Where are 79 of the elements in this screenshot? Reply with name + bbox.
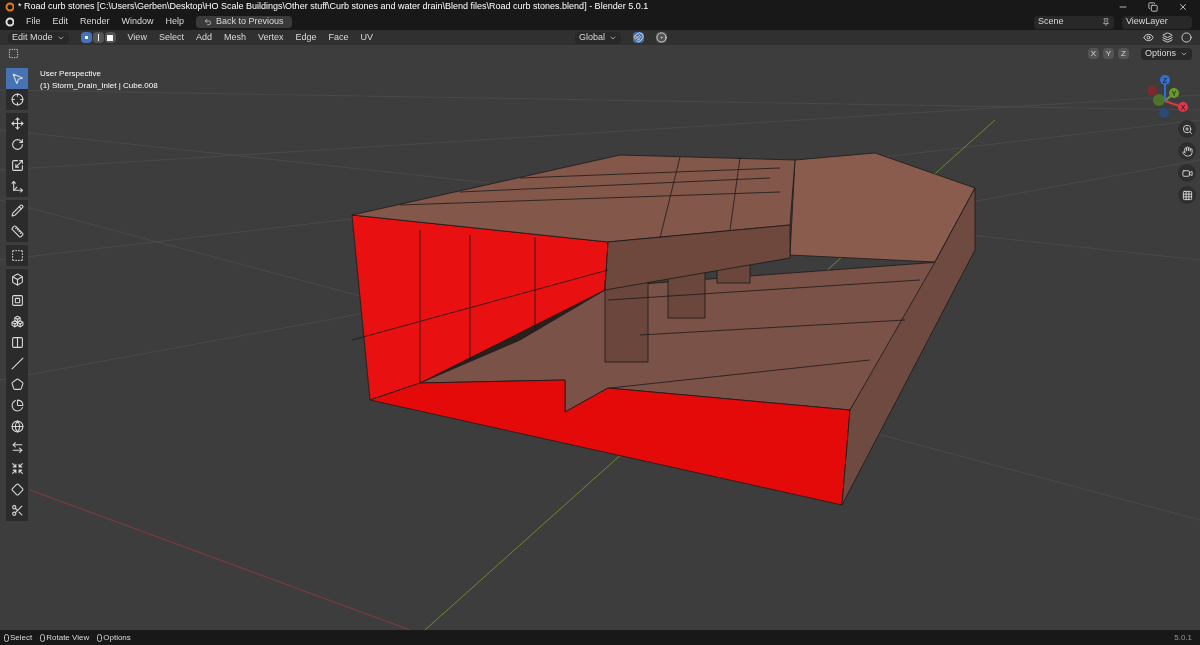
menu-item[interactable]: Edit (52, 15, 69, 29)
header-menu[interactable]: View (127, 30, 147, 45)
mode-dropdown[interactable]: Edit Mode (8, 31, 69, 44)
status-hint: Rotate View (40, 631, 90, 644)
hand-icon (1181, 145, 1193, 157)
pointer-icon (10, 72, 24, 85)
header-menu[interactable]: Mesh (223, 30, 246, 45)
vertex-select-icon[interactable] (80, 32, 92, 43)
selection-mode-icon[interactable] (8, 48, 19, 59)
axis-toggle[interactable]: Z (1117, 48, 1129, 59)
menu-item[interactable]: Help (165, 15, 185, 29)
window-title: * Road curb stones [C:\Users\Gerben\Desktop\HO Scale Buildings\Other stuff\Curb stones and water drain\Blend files\Road curb stones.blend] - Blender 5.0.1 (18, 0, 649, 14)
cube-icon (10, 273, 24, 286)
navigation-button[interactable] (1178, 120, 1196, 138)
status-hint: Select (4, 631, 33, 644)
crosshair-icon (10, 93, 24, 106)
camera-icon (1181, 167, 1193, 179)
header-menu[interactable]: Add (195, 30, 212, 45)
rip-icon (10, 504, 24, 517)
rotate-icon (10, 138, 24, 151)
menu-item[interactable]: File (26, 15, 41, 29)
navigation-button[interactable] (1178, 186, 1196, 204)
shear-icon (10, 483, 24, 496)
move-icon (10, 117, 24, 130)
magnet-icon[interactable] (633, 32, 645, 43)
version-label: 5.0.1 (1174, 631, 1193, 644)
scene-field[interactable]: Scene (1034, 15, 1114, 29)
header-menu[interactable]: Vertex (257, 30, 284, 45)
tool-button[interactable] (6, 269, 28, 290)
slide-icon (10, 441, 24, 454)
header-menu[interactable]: Select (158, 30, 184, 45)
header-menu[interactable]: Face (328, 30, 349, 45)
eye-icon[interactable] (1143, 32, 1154, 43)
navigation-button[interactable] (1178, 142, 1196, 160)
navigation-button[interactable] (1178, 164, 1196, 182)
scale-icon (10, 159, 24, 172)
zoom-icon (1181, 123, 1193, 135)
object-info: (1) Storm_Drain_Inlet | Cube.008 (40, 80, 158, 92)
header-menu[interactable]: UV (360, 30, 373, 45)
loop-cut-icon (10, 336, 24, 349)
menu-item[interactable]: Window (121, 15, 154, 29)
close-icon[interactable] (1178, 2, 1188, 12)
orientation-dropdown[interactable]: Global (575, 31, 622, 44)
edge-select-icon[interactable] (92, 32, 104, 43)
add-cube-icon (10, 249, 24, 262)
header-menu[interactable]: Edge (295, 30, 317, 45)
face-select-icon[interactable] (104, 32, 116, 43)
tool-button[interactable] (6, 176, 28, 197)
pencil-icon (10, 204, 24, 217)
back-button[interactable]: Back to Previous (196, 16, 292, 28)
axis-toggle[interactable]: Y (1102, 48, 1114, 59)
shading-icon[interactable] (1181, 32, 1192, 43)
inset-icon (10, 294, 24, 307)
menu-item[interactable]: Render (80, 15, 110, 29)
tool-button[interactable] (6, 245, 28, 266)
bevel-icon (10, 315, 24, 328)
tool-button[interactable] (6, 89, 28, 110)
grid-icon (1181, 189, 1193, 201)
tool-button[interactable] (6, 200, 28, 221)
tool-button[interactable] (6, 221, 28, 242)
overlay-icon[interactable] (1162, 32, 1173, 43)
spin-icon (10, 399, 24, 412)
proportional-icon[interactable] (656, 32, 668, 43)
tool-button[interactable] (6, 500, 28, 521)
back-icon (204, 18, 213, 26)
view-layer-field[interactable]: ViewLayer (1122, 15, 1192, 29)
options-dropdown[interactable]: Options (1140, 47, 1192, 60)
axis-toggle[interactable]: X (1087, 48, 1099, 59)
tool-button[interactable] (6, 113, 28, 134)
knife-icon (10, 357, 24, 370)
sphere-icon (10, 420, 24, 433)
polygon-icon (10, 378, 24, 391)
shrink-icon (10, 462, 24, 475)
status-hint: Options (97, 631, 131, 644)
view-name: User Perspective (40, 68, 102, 80)
restore-icon[interactable] (1148, 2, 1158, 12)
ruler-icon (10, 225, 24, 238)
pin-icon[interactable] (1102, 18, 1110, 26)
transform-icon (10, 180, 24, 193)
